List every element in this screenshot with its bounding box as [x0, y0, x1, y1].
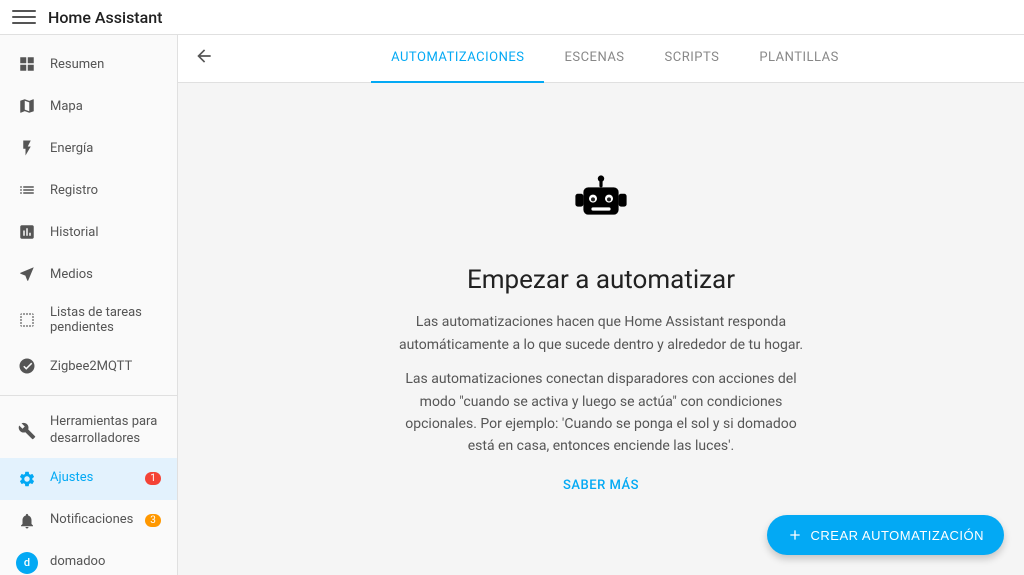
sidebar-bottom: Herramientas para desarrolladores Ajuste…: [0, 395, 177, 575]
sidebar-item-label: Historial: [50, 225, 98, 240]
tools-icon: [16, 420, 38, 442]
notificaciones-badge: 3: [145, 514, 161, 527]
empty-state-title: Empezar a automatizar: [467, 265, 735, 295]
tasks-icon: [16, 309, 38, 331]
sidebar-item-label: Ajustes: [50, 470, 93, 487]
sidebar-item-registro[interactable]: Registro: [0, 169, 177, 211]
back-button[interactable]: [194, 46, 214, 71]
avatar: d: [16, 552, 38, 574]
gear-icon: [16, 468, 38, 490]
sidebar-item-mapa[interactable]: Mapa: [0, 85, 177, 127]
sidebar-item-label: Listas de tareas pendientes: [50, 305, 161, 335]
tab-automatizaciones[interactable]: Automatizaciones: [371, 35, 544, 83]
bell-icon: [16, 510, 38, 532]
learn-more-link[interactable]: SABER MÁS: [563, 478, 639, 493]
sidebar: Resumen Mapa Energía Registro: [0, 35, 178, 575]
empty-state-desc2: Las automatizaciones conectan disparador…: [391, 368, 811, 458]
content-area: Automatizaciones Escenas Scripts Plantil…: [178, 35, 1024, 575]
sidebar-item-ajustes[interactable]: Ajustes 1: [0, 458, 177, 500]
sidebar-item-historial[interactable]: Historial: [0, 211, 177, 253]
sidebar-item-domadoo[interactable]: d domadoo: [0, 542, 177, 575]
sidebar-item-energia[interactable]: Energía: [0, 127, 177, 169]
create-automation-button[interactable]: CREAR AUTOMATIZACIÓN: [767, 515, 1004, 555]
chart-icon: [16, 221, 38, 243]
tab-scripts[interactable]: Scripts: [645, 35, 740, 83]
map-icon: [16, 95, 38, 117]
menu-icon[interactable]: [12, 5, 36, 29]
bolt-icon: [16, 137, 38, 159]
sidebar-item-resumen[interactable]: Resumen: [0, 43, 177, 85]
sidebar-nav: Resumen Mapa Energía Registro: [0, 35, 177, 395]
tab-plantillas[interactable]: Plantillas: [739, 35, 859, 83]
sidebar-item-zigbee[interactable]: Zigbee2MQTT: [0, 345, 177, 387]
robot-icon: [561, 165, 641, 245]
tab-escenas[interactable]: Escenas: [544, 35, 644, 83]
sidebar-item-listas[interactable]: Listas de tareas pendientes: [0, 295, 177, 345]
sidebar-item-label: Herramientas para desarrolladores: [50, 414, 161, 448]
sidebar-item-label: Medios: [50, 267, 93, 282]
main-content: Empezar a automatizar Las automatizacion…: [178, 83, 1024, 575]
list-icon: [16, 179, 38, 201]
empty-state-desc1: Las automatizaciones hacen que Home Assi…: [391, 311, 811, 356]
fab-label: CREAR AUTOMATIZACIÓN: [811, 528, 984, 543]
media-icon: [16, 263, 38, 285]
grid-icon: [16, 53, 38, 75]
sidebar-item-label: domadoo: [50, 554, 105, 571]
empty-state: Empezar a automatizar Las automatizacion…: [391, 165, 811, 492]
zigbee-icon: [16, 355, 38, 377]
sidebar-item-label: Resumen: [50, 57, 104, 72]
content-header: Automatizaciones Escenas Scripts Plantil…: [178, 35, 1024, 83]
sidebar-item-notificaciones[interactable]: Notificaciones 3: [0, 500, 177, 542]
top-bar: Home Assistant: [0, 0, 1024, 35]
sidebar-item-label: Energía: [50, 141, 93, 156]
sidebar-item-label: Notificaciones: [50, 512, 133, 529]
sidebar-item-label: Mapa: [50, 99, 83, 114]
sidebar-item-medios[interactable]: Medios: [0, 253, 177, 295]
app-title: Home Assistant: [48, 8, 163, 27]
main-layout: Resumen Mapa Energía Registro: [0, 35, 1024, 575]
sidebar-item-label: Registro: [50, 183, 98, 198]
tabs: Automatizaciones Escenas Scripts Plantil…: [222, 35, 1008, 83]
sidebar-item-herramientas[interactable]: Herramientas para desarrolladores: [0, 404, 177, 458]
sidebar-item-label: Zigbee2MQTT: [50, 359, 132, 374]
ajustes-badge: 1: [145, 472, 161, 485]
